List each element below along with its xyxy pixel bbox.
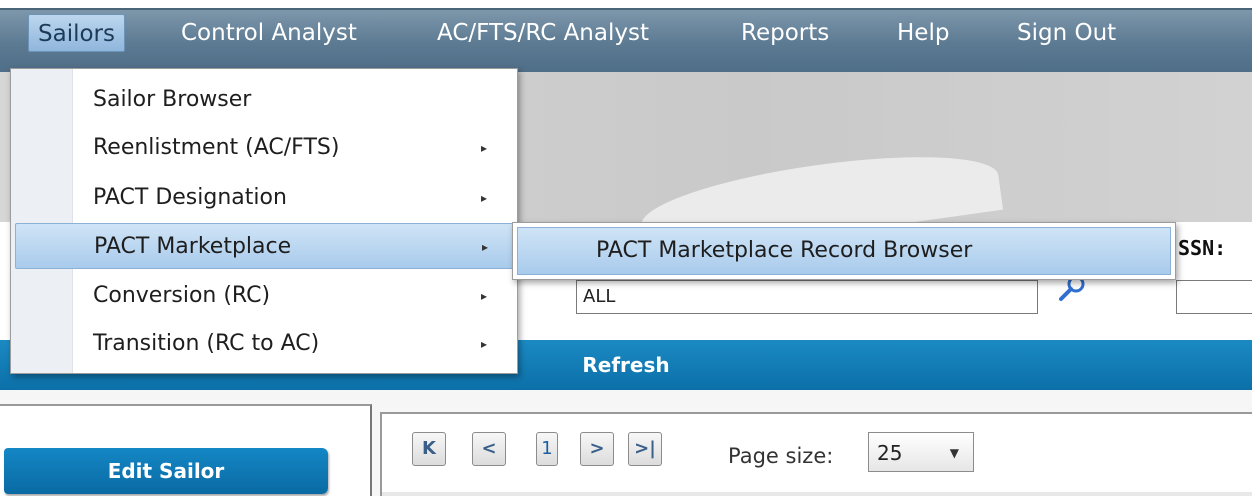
last-page-button[interactable]: >| [628,432,662,466]
menu-reports[interactable]: Reports [732,14,838,52]
menu-sign-out[interactable]: Sign Out [1008,14,1125,52]
page-number-button[interactable]: 1 [536,432,558,466]
submenu-arrow-icon: ▸ [481,337,488,351]
filter-all-input[interactable]: ALL [576,280,1038,314]
menu-item-sailor-browser[interactable]: Sailor Browser [15,77,515,123]
page-size-select[interactable]: 25 ▼ [868,432,974,472]
menu-item-conversion-rc[interactable]: Conversion (RC) ▸ [15,273,515,319]
ssn-input[interactable] [1176,280,1252,314]
menu-item-pact-marketplace-record-browser[interactable]: PACT Marketplace Record Browser [517,227,1171,275]
submenu-arrow-icon: ▸ [481,289,488,303]
first-page-button[interactable]: K [412,432,446,466]
menu-item-label: Conversion (RC) [93,283,271,308]
menu-item-reenlistment[interactable]: Reenlistment (AC/FTS) ▸ [15,125,515,171]
submenu-arrow-icon: ▸ [481,191,488,205]
sailors-dropdown-menu: Sailor Browser Reenlistment (AC/FTS) ▸ P… [10,68,518,374]
menu-item-transition-rc-to-ac[interactable]: Transition (RC to AC) ▸ [15,321,515,367]
ssn-label: SSN: [1178,236,1227,260]
submenu-arrow-icon: ▸ [481,141,488,155]
edit-sailor-button[interactable]: Edit Sailor [4,448,328,494]
menu-item-label: Sailor Browser [93,87,252,112]
menu-ac-fts-rc-analyst[interactable]: AC/FTS/RC Analyst [428,14,658,52]
menu-item-pact-marketplace[interactable]: PACT Marketplace ▸ [15,223,515,269]
menu-item-label: PACT Marketplace [94,234,292,259]
chevron-down-icon: ▼ [949,446,959,460]
menu-help[interactable]: Help [888,14,958,52]
menu-item-pact-designation[interactable]: PACT Designation ▸ [15,175,515,221]
page-size-value: 25 [877,441,903,465]
menu-item-label: Reenlistment (AC/FTS) [93,135,340,160]
page-size-label: Page size: [728,444,834,468]
menu-sailors[interactable]: Sailors [28,14,125,52]
grid-header-divider [382,492,1252,496]
submenu-arrow-icon: ▸ [482,240,489,254]
prev-page-button[interactable]: < [472,432,506,466]
pact-marketplace-submenu: PACT Marketplace Record Browser [512,222,1176,280]
next-page-button[interactable]: > [580,432,614,466]
menu-item-label: PACT Designation [93,185,287,210]
menu-item-label: Transition (RC to AC) [93,331,320,356]
menu-control-analyst[interactable]: Control Analyst [172,14,366,52]
